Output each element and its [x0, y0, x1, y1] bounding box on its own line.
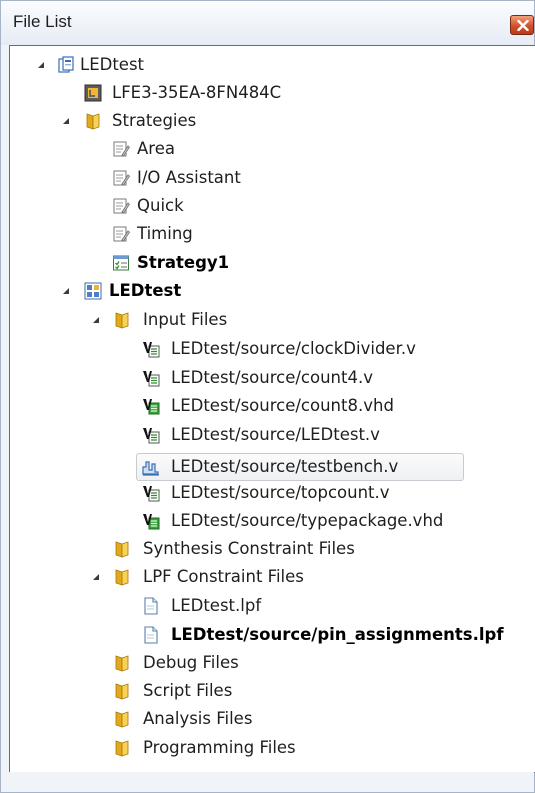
- tree-node-label: LEDtest/source/testbench.v: [171, 457, 399, 476]
- tree-node-label: LPF Constraint Files: [143, 567, 304, 586]
- tree-node-file[interactable]: LEDtest/source/typepackage.vhd: [10, 508, 530, 534]
- tree-node-programming-folder[interactable]: Programming Files: [10, 735, 530, 761]
- tree-node-label: LEDtest/source/count4.v: [171, 368, 373, 387]
- tree-node-label: LEDtest: [80, 55, 145, 74]
- tree-node-label: Strategies: [112, 111, 197, 130]
- implementation-icon: [84, 282, 102, 300]
- tree-node-file[interactable]: LEDtest/source/clockDivider.v: [10, 336, 530, 362]
- folder-icon: [113, 654, 131, 672]
- tree-node-label: Input Files: [143, 310, 228, 329]
- tree-node-file[interactable]: LEDtest/source/count8.vhd: [10, 393, 530, 419]
- tree-node-file[interactable]: LEDtest/source/LEDtest.v: [10, 422, 530, 448]
- tree-node-implementation[interactable]: LEDtest: [10, 278, 530, 304]
- tree-node-input-files[interactable]: Input Files: [10, 307, 530, 333]
- tree-node-label: LEDtest/source/topcount.v: [171, 483, 390, 502]
- tree-node-strategy[interactable]: Timing: [10, 221, 530, 247]
- device-chip-icon: [84, 84, 102, 102]
- folder-icon: [113, 682, 131, 700]
- tree-node-label: Strategy1: [137, 253, 230, 272]
- verilog-file-icon: [142, 340, 160, 358]
- close-icon: [517, 20, 529, 31]
- testbench-file-icon: [142, 458, 160, 476]
- tree-node-synthesis-folder[interactable]: Synthesis Constraint Files: [10, 536, 530, 562]
- strategy-icon: [112, 169, 130, 187]
- panel-titlebar: File List: [1, 1, 534, 45]
- tree-node-label: Script Files: [143, 681, 233, 700]
- tree-node-label: Debug Files: [143, 653, 239, 672]
- tree-node-file[interactable]: LEDtest/source/topcount.v: [10, 480, 530, 506]
- tree-node-label: Timing: [137, 224, 193, 243]
- project-icon: [57, 56, 75, 74]
- panel-bottom-edge: [9, 772, 534, 792]
- tree-node-project[interactable]: LEDtest: [10, 52, 530, 78]
- tree-node-label: Analysis Files: [143, 709, 253, 728]
- tree-node-label: LEDtest.lpf: [171, 596, 262, 615]
- tree-node-strategy[interactable]: Quick: [10, 193, 530, 219]
- expand-arrow-icon[interactable]: [89, 564, 103, 590]
- close-button[interactable]: [510, 15, 534, 35]
- tree-node-label: LEDtest/source/pin_assignments.lpf: [171, 625, 504, 644]
- tree-node-device[interactable]: LFE3-35EA-8FN484C: [10, 80, 530, 106]
- expand-arrow-icon[interactable]: [59, 108, 73, 134]
- folder-icon: [113, 568, 131, 586]
- tree-node-strategies[interactable]: Strategies: [10, 108, 530, 134]
- file-list-panel: File List LEDtest LFE3-35EA-8FN484C Stra…: [0, 0, 535, 793]
- tree-node-file-selected[interactable]: LEDtest/source/testbench.v: [10, 454, 530, 480]
- tree-node-strategy[interactable]: I/O Assistant: [10, 165, 530, 191]
- tree-node-label: LEDtest/source/LEDtest.v: [171, 425, 380, 444]
- verilog-file-icon: [142, 369, 160, 387]
- tree-node-lpf-folder[interactable]: LPF Constraint Files: [10, 564, 530, 590]
- tree-node-analysis-folder[interactable]: Analysis Files: [10, 706, 530, 732]
- tree-node-label: I/O Assistant: [137, 168, 241, 187]
- tree-node-label: Synthesis Constraint Files: [143, 539, 355, 558]
- strategy-icon: [112, 140, 130, 158]
- folder-icon: [113, 739, 131, 757]
- tree-node-lpf-file-active[interactable]: LEDtest/source/pin_assignments.lpf: [10, 622, 530, 648]
- tree-node-debug-folder[interactable]: Debug Files: [10, 650, 530, 676]
- tree-node-label: LEDtest/source/count8.vhd: [171, 396, 394, 415]
- tree-node-lpf-file[interactable]: LEDtest.lpf: [10, 593, 530, 619]
- active-strategy-icon: [112, 254, 130, 272]
- document-icon: [142, 597, 160, 615]
- expand-arrow-icon[interactable]: [34, 52, 48, 78]
- folder-icon: [113, 710, 131, 728]
- folder-icon: [113, 540, 131, 558]
- verilog-file-icon: [142, 484, 160, 502]
- strategy-icon: [112, 197, 130, 215]
- panel-title: File List: [13, 12, 72, 31]
- vhdl-file-icon: [142, 397, 160, 415]
- vhdl-file-icon: [142, 512, 160, 530]
- tree-node-label: Programming Files: [143, 738, 296, 757]
- expand-arrow-icon[interactable]: [59, 278, 73, 304]
- expand-arrow-icon[interactable]: [89, 307, 103, 333]
- folder-icon: [84, 112, 102, 130]
- tree-node-label: LFE3-35EA-8FN484C: [112, 83, 282, 102]
- tree-node-strategy[interactable]: Area: [10, 136, 530, 162]
- document-icon: [142, 626, 160, 644]
- tree-node-label: LEDtest: [109, 281, 182, 300]
- tree-node-strategy-active[interactable]: Strategy1: [10, 250, 530, 276]
- strategy-icon: [112, 225, 130, 243]
- tree-node-label: Area: [137, 139, 175, 158]
- folder-icon: [113, 311, 131, 329]
- tree-node-file[interactable]: LEDtest/source/count4.v: [10, 365, 530, 391]
- tree-node-label: LEDtest/source/clockDivider.v: [171, 339, 416, 358]
- tree-node-label: LEDtest/source/typepackage.vhd: [171, 511, 444, 530]
- verilog-file-icon: [142, 426, 160, 444]
- tree-node-label: Quick: [137, 196, 184, 215]
- file-tree: LEDtest LFE3-35EA-8FN484C Strategies Are…: [9, 45, 535, 773]
- tree-node-script-folder[interactable]: Script Files: [10, 678, 530, 704]
